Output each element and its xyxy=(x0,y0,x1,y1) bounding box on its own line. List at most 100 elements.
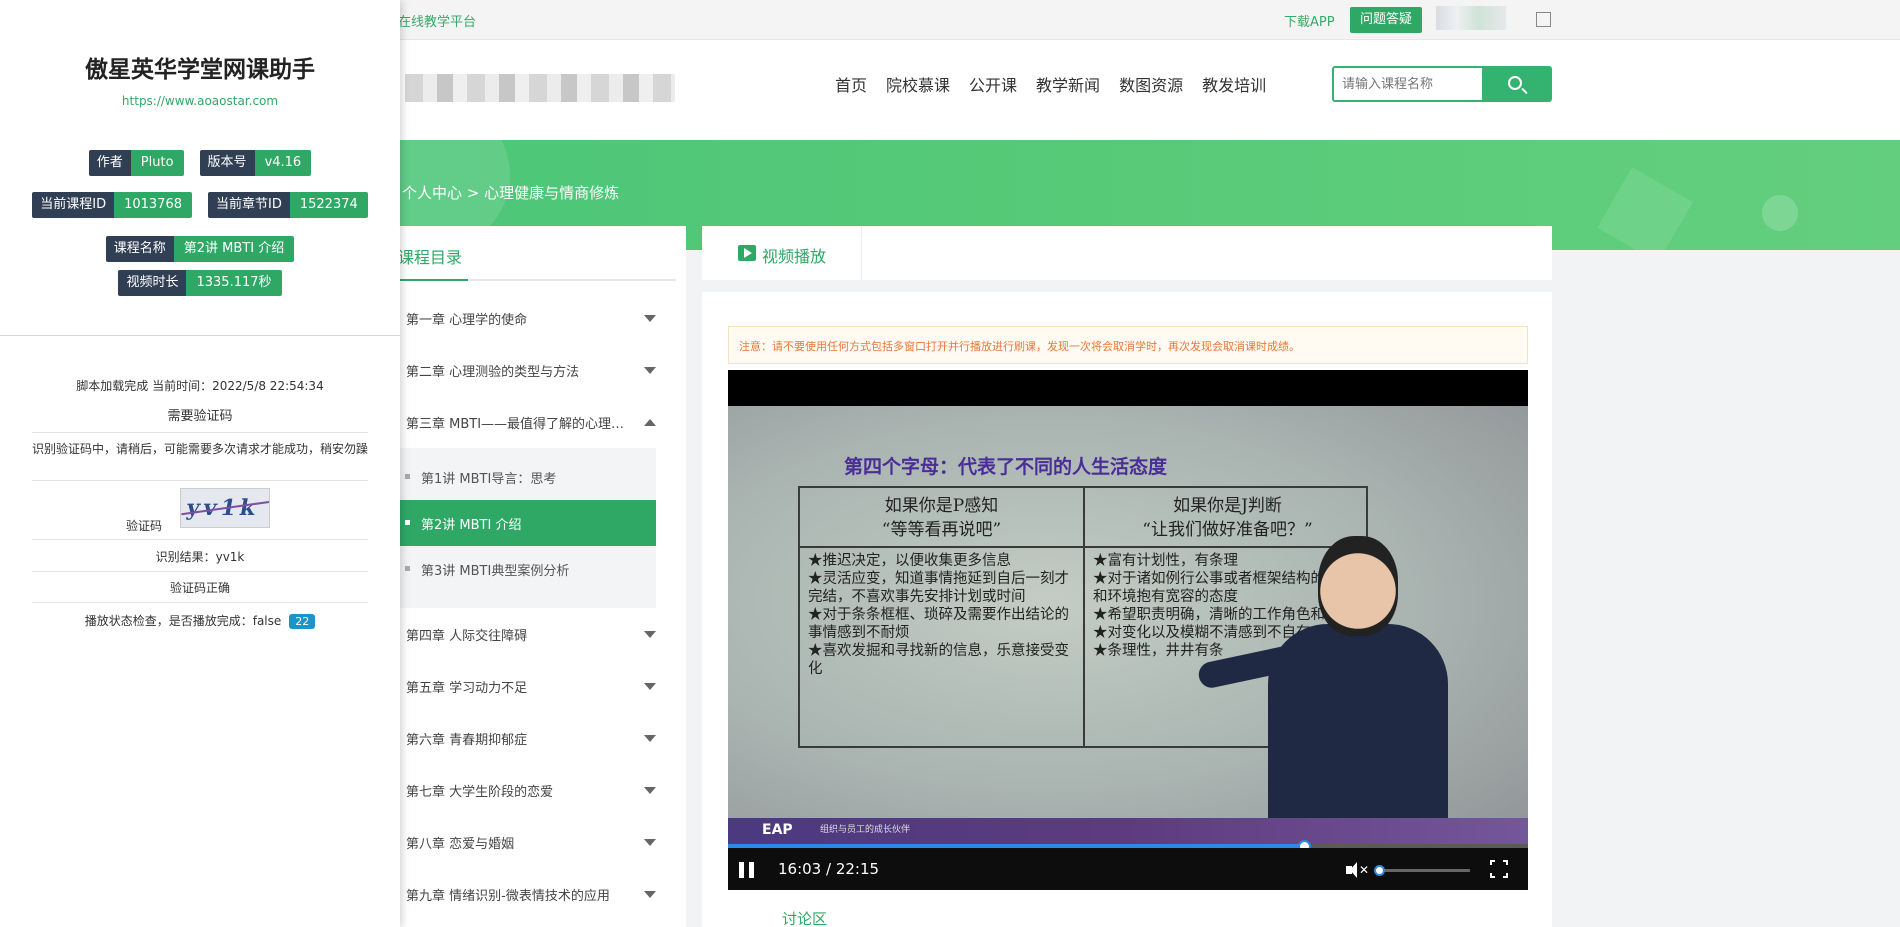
chapter-item-expanded[interactable]: 第三章 MBTI——最值得了解的心理测验 xyxy=(380,396,686,448)
platform-name: 在线教学平台 xyxy=(398,15,477,30)
bullet-icon xyxy=(405,566,410,571)
lesson-item[interactable]: 第3讲 MBTI典型案例分析 xyxy=(380,546,656,592)
lesson-item[interactable]: 第1讲 MBTI导言：思考 xyxy=(380,454,656,500)
chevron-down-icon xyxy=(644,315,656,322)
badge-row: 视频时长 1335.117秒 xyxy=(0,270,400,296)
lesson-label: 第1讲 MBTI导言：思考 xyxy=(421,472,557,487)
mute-icon[interactable]: ✕ xyxy=(1346,862,1370,878)
nav-item-library[interactable]: 数图资源 xyxy=(1119,72,1183,96)
nav-item-home[interactable]: 首页 xyxy=(835,72,867,96)
chapter-label: 第五章 学习动力不足 xyxy=(406,681,528,696)
chapter-item[interactable]: 第五章 学习动力不足 xyxy=(380,660,686,712)
slide-title: 第四个字母：代表了不同的人生活态度 xyxy=(844,456,1168,478)
course-catalog: 课程目录 第一章 心理学的使命 第二章 心理测验的类型与方法 第三章 MBTI—… xyxy=(380,226,686,927)
chevron-down-icon xyxy=(644,367,656,374)
search-box xyxy=(1332,66,1552,102)
tab-video[interactable]: 视频播放 xyxy=(702,226,862,280)
chevron-down-icon xyxy=(644,683,656,690)
nav-item-open-course[interactable]: 公开课 xyxy=(969,72,1017,96)
chapter-item[interactable]: 第七章 大学生阶段的恋爱 xyxy=(380,764,686,816)
catalog-title: 课程目录 xyxy=(398,248,463,267)
edit-icon[interactable] xyxy=(1536,12,1551,27)
chapter-item[interactable]: 第二章 心理测验的类型与方法 xyxy=(380,344,686,396)
slide-bullet: ★对于条条框框、琐碎及需要作出结论的事情感到不耐烦 xyxy=(808,607,1069,641)
speaker-shape xyxy=(1346,862,1357,878)
discussion-tab[interactable]: 讨论区 xyxy=(782,908,827,927)
eap-tagline: 组织与员工的成长伙伴 xyxy=(820,825,911,835)
log-result: 识别结果：yv1k xyxy=(155,550,245,564)
badge-key: 视频时长 xyxy=(118,270,187,296)
user-avatar[interactable] xyxy=(1436,6,1506,30)
badge-row: 课程名称 第2讲 MBTI 介绍 xyxy=(0,236,400,262)
video-player[interactable]: 第四个字母：代表了不同的人生活态度 如果你是P感知 “等等看再说吧” ★推迟决定… xyxy=(728,370,1528,890)
fullscreen-icon[interactable] xyxy=(1489,859,1509,879)
lesson-label: 第2讲 MBTI 介绍 xyxy=(421,518,522,533)
chapter-item[interactable]: 第六章 青春期抑郁症 xyxy=(380,712,686,764)
badge-key: 课程名称 xyxy=(105,236,174,262)
log-status: 播放状态检查，是否播放完成：false xyxy=(84,614,282,628)
site-logo[interactable] xyxy=(405,74,675,102)
chapter-item[interactable]: 第九章 情绪识别-微表情技术的应用 xyxy=(380,868,686,920)
search-button[interactable] xyxy=(1482,68,1550,100)
notice-banner: 注意：请不要使用任何方式包括多窗口打开并行播放进行刷课，发现一次将会取消学时，再… xyxy=(728,326,1528,364)
log-separator xyxy=(32,432,368,433)
log-correct: 验证码正确 xyxy=(169,581,230,595)
nav-item-mooc[interactable]: 院校慕课 xyxy=(886,72,950,96)
badge-row: 当前课程ID 1013768 当前章节ID 1522374 xyxy=(0,192,400,218)
decor-diamond xyxy=(1597,167,1693,250)
badge-value: 第2讲 MBTI 介绍 xyxy=(173,236,295,262)
qa-button[interactable]: 问题答疑 xyxy=(1350,7,1423,33)
player-controls: 16:03 / 22:15 ✕ xyxy=(728,848,1528,890)
chapter-item[interactable]: 第八章 恋爱与婚姻 xyxy=(380,816,686,868)
chevron-up-icon xyxy=(644,419,656,426)
log-separator xyxy=(32,539,368,540)
chapter-label: 第七章 大学生阶段的恋爱 xyxy=(406,785,554,800)
video-frame[interactable]: 第四个字母：代表了不同的人生活态度 如果你是P感知 “等等看再说吧” ★推迟决定… xyxy=(728,406,1528,864)
slide-bullet: ★喜欢发掘和寻找新的信息，乐意接受变化 xyxy=(808,643,1069,677)
pause-icon[interactable] xyxy=(739,862,755,878)
play-icon xyxy=(738,245,756,261)
chapter-label: 第三章 MBTI——最值得了解的心理测验 xyxy=(406,417,636,432)
bullet-icon xyxy=(405,520,410,525)
chapter-label: 第九章 情绪识别-微表情技术的应用 xyxy=(406,889,610,904)
nav-item-news[interactable]: 教学新闻 xyxy=(1036,72,1100,96)
chapter-item[interactable]: 第一章 心理学的使命 xyxy=(380,292,686,344)
lesson-label: 第3讲 MBTI典型案例分析 xyxy=(421,564,570,579)
helper-url[interactable]: https://www.aoaostar.com xyxy=(0,94,400,108)
log-recognizing: 识别验证码中，请稍后，可能需要多次请求才能成功，稍安勿躁 xyxy=(32,442,369,456)
chapter-item[interactable]: 第四章 人际交往障碍 xyxy=(380,608,686,660)
slide-column-p: 如果你是P感知 “等等看再说吧” ★推迟决定，以便收集更多信息 ★灵活应变，知道… xyxy=(800,488,1085,746)
badge-key: 当前章节ID xyxy=(208,192,290,218)
presenter-head xyxy=(1318,536,1398,636)
volume-slider[interactable] xyxy=(1374,865,1470,876)
badge-row: 作者 Pluto 版本号 v4.16 xyxy=(0,150,400,176)
badge-key: 当前课程ID xyxy=(32,192,115,218)
download-app-link[interactable]: 下载APP xyxy=(1284,11,1335,30)
chevron-down-icon xyxy=(644,631,656,638)
breadcrumb[interactable]: 个人中心 > 心理健康与情商修炼 xyxy=(402,182,619,203)
time-display: 16:03 / 22:15 xyxy=(778,860,880,878)
captcha-image[interactable]: yv1k xyxy=(180,488,270,528)
log-loaded: 脚本加载完成 当前时间：2022/5/8 22:54:34 xyxy=(76,379,324,393)
slide-bullet: ★推迟决定，以便收集更多信息 xyxy=(808,553,1011,569)
lesson-list: 第1讲 MBTI导言：思考 第2讲 MBTI 介绍 第3讲 MBTI典型案例分析 xyxy=(380,448,656,608)
status-count-badge: 22 xyxy=(289,614,316,629)
search-input[interactable] xyxy=(1334,68,1482,100)
chevron-down-icon xyxy=(644,891,656,898)
volume-handle[interactable] xyxy=(1374,865,1385,876)
lesson-item-active[interactable]: 第2讲 MBTI 介绍 xyxy=(380,500,656,546)
content-tabs: 视频播放 xyxy=(702,226,1552,280)
slide-head-line: 如果你是J判断 xyxy=(1173,496,1282,516)
course-id-badge: 当前课程ID 1013768 xyxy=(32,192,192,218)
helper-title: 傲星英华学堂网课助手 xyxy=(85,57,315,83)
chevron-down-icon xyxy=(644,735,656,742)
mute-x-mark: ✕ xyxy=(1359,863,1370,877)
slide-column-head: 如果你是P感知 “等等看再说吧” xyxy=(800,488,1083,548)
chapter-label: 第八章 恋爱与婚姻 xyxy=(406,837,515,852)
bullet-icon xyxy=(405,474,410,479)
log-separator xyxy=(32,571,368,572)
version-badge: 版本号 v4.16 xyxy=(199,150,312,176)
helper-divider xyxy=(0,335,400,336)
nav-item-training[interactable]: 教发培训 xyxy=(1202,72,1266,96)
presenter-figure xyxy=(1196,536,1448,864)
